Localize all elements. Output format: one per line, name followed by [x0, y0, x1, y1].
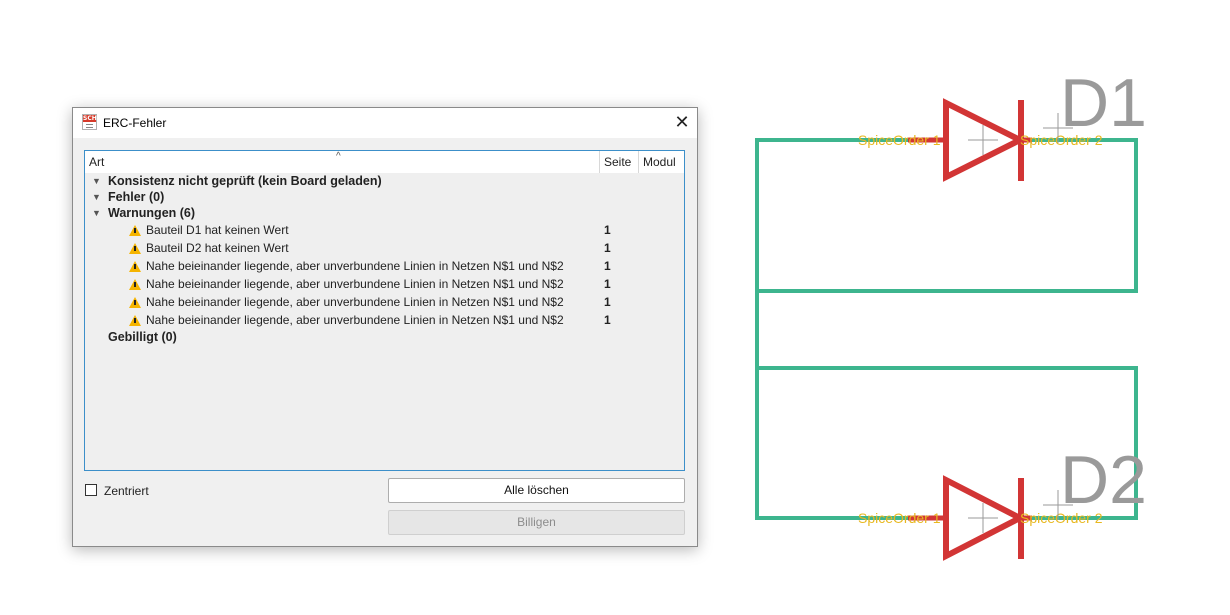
warning-page: 1: [604, 241, 611, 255]
clear-all-button[interactable]: Alle löschen: [388, 478, 685, 503]
close-icon[interactable]: ✕: [667, 108, 697, 138]
column-header: Art ^ Seite Modul: [85, 151, 684, 173]
warning-text: Bauteil D2 hat keinen Wert: [146, 241, 289, 255]
dialog-titlebar[interactable]: SCH ERC-Fehler ✕: [73, 108, 697, 138]
warning-text: Nahe beieinander liegende, aber unverbun…: [146, 313, 564, 327]
warning-page: 1: [604, 313, 611, 327]
warning-icon: [129, 261, 141, 272]
warning-page: 1: [604, 295, 611, 309]
warning-text: Bauteil D1 hat keinen Wert: [146, 223, 289, 237]
warning-item[interactable]: Bauteil D2 hat keinen Wert 1: [85, 240, 684, 257]
warning-icon: [129, 225, 141, 236]
warning-item[interactable]: Bauteil D1 hat keinen Wert 1: [85, 222, 684, 239]
warning-item[interactable]: Nahe beieinander liegende, aber unverbun…: [85, 258, 684, 275]
warning-icon: [129, 297, 141, 308]
d1-pin1-label: SpiceOrder 1: [858, 132, 941, 148]
warning-page: 1: [604, 277, 611, 291]
warning-text: Nahe beieinander liegende, aber unverbun…: [146, 259, 564, 273]
warning-icon: [129, 243, 141, 254]
expand-caret-icon[interactable]: ▼: [92, 173, 101, 190]
group-label: Fehler (0): [108, 190, 165, 204]
tree-group-gebilligt[interactable]: Gebilligt (0): [85, 329, 684, 346]
warning-page: 1: [604, 259, 611, 273]
erc-dialog: SCH ERC-Fehler ✕ Art ^ Seite Modul ▼ Kon…: [72, 107, 698, 547]
group-label: Konsistenz nicht geprüft (kein Board gel…: [108, 174, 382, 188]
warning-text: Nahe beieinander liegende, aber unverbun…: [146, 277, 564, 291]
expand-caret-icon[interactable]: ▼: [92, 189, 101, 206]
warning-icon: [129, 315, 141, 326]
column-art[interactable]: Art ^: [85, 151, 600, 173]
d2-ref-label: D2: [1060, 442, 1147, 518]
d2-pin1-label: SpiceOrder 1: [858, 510, 941, 526]
zentriert-label: Zentriert: [104, 484, 149, 498]
diode-d2[interactable]: SpiceOrder 1 SpiceOrder 2 D2: [858, 442, 1147, 561]
warning-page: 1: [604, 223, 611, 237]
warning-icon: [129, 279, 141, 290]
tree-group-fehler[interactable]: ▼ Fehler (0): [85, 189, 684, 206]
app-icon-text: SCH: [83, 115, 97, 122]
wire-left[interactable]: [755, 138, 910, 520]
tree-group-konsistenz[interactable]: ▼ Konsistenz nicht geprüft (kein Board g…: [85, 173, 684, 190]
column-seite[interactable]: Seite: [600, 151, 639, 173]
warning-item[interactable]: Nahe beieinander liegende, aber unverbun…: [85, 294, 684, 311]
expand-caret-icon[interactable]: ▼: [92, 205, 101, 222]
diode-d1[interactable]: SpiceOrder 1 SpiceOrder 2 D1: [858, 65, 1147, 182]
column-modul[interactable]: Modul: [639, 151, 683, 173]
schematic-app-icon: SCH: [82, 114, 97, 130]
tree-group-warnungen[interactable]: ▼ Warnungen (6): [85, 205, 684, 222]
warning-text: Nahe beieinander liegende, aber unverbun…: [146, 295, 564, 309]
dialog-title: ERC-Fehler: [103, 116, 167, 130]
warning-item[interactable]: Nahe beieinander liegende, aber unverbun…: [85, 276, 684, 293]
warning-item[interactable]: Nahe beieinander liegende, aber unverbun…: [85, 312, 684, 329]
erc-tree[interactable]: Art ^ Seite Modul ▼ Konsistenz nicht gep…: [84, 150, 685, 471]
column-art-label: Art: [89, 155, 105, 169]
approve-button[interactable]: Billigen: [388, 510, 685, 535]
group-label: Warnungen (6): [108, 206, 196, 220]
sort-ascending-icon: ^: [336, 151, 341, 162]
group-label: Gebilligt (0): [108, 330, 177, 344]
zentriert-checkbox[interactable]: [85, 484, 97, 496]
d1-ref-label: D1: [1060, 65, 1147, 141]
